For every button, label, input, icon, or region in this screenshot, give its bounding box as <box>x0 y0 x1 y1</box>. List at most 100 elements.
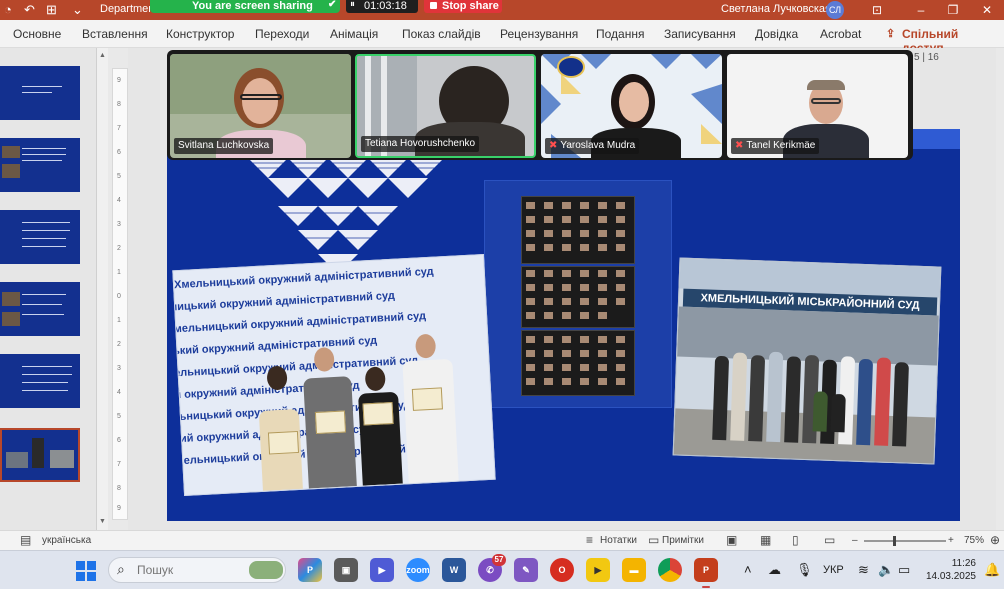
media-player-icon[interactable]: ▶ <box>586 558 610 582</box>
chevron-up-icon[interactable]: ˄ <box>744 562 752 577</box>
slide-thumbnail[interactable] <box>0 66 80 120</box>
restore-icon[interactable]: ❐ <box>944 1 962 19</box>
stop-share-button[interactable]: Stop share <box>424 0 502 13</box>
tab-help[interactable]: Довідка <box>755 27 798 41</box>
volume-icon[interactable]: 🔈 <box>878 562 894 578</box>
clock-date: 14.03.2025 <box>925 571 976 582</box>
viber-icon[interactable]: ✆ 57 <box>478 554 506 582</box>
slide-accent-band <box>912 129 960 149</box>
scroll-down-icon[interactable]: ▼ <box>99 518 106 525</box>
tab-animations[interactable]: Анімація <box>330 27 378 41</box>
search-icon: ⌕ <box>117 561 125 577</box>
video-tile[interactable]: ✖ Tanel Kerikmäe <box>727 54 908 158</box>
ruler-tick: 4 <box>117 389 121 396</box>
chrome-icon[interactable] <box>658 558 682 582</box>
slide-thumbnail[interactable] <box>0 138 80 192</box>
title-bar: ◔ ↶ ⊞ ⌄ Departmer You are screen sharing… <box>0 0 1004 20</box>
slide-thumbnail[interactable] <box>0 354 80 408</box>
tab-view[interactable]: Подання <box>596 27 644 41</box>
powerpoint-icon[interactable]: P <box>694 558 718 588</box>
task-view-icon[interactable]: ▣ <box>334 558 358 582</box>
wifi-icon[interactable]: ≋ <box>858 562 869 578</box>
shield-check-icon: ✔ <box>328 0 337 10</box>
comments-icon: ▭ <box>648 533 660 547</box>
participant-name: ✖ Yaroslava Mudra <box>545 138 640 154</box>
ruler-tick: 5 <box>117 173 121 180</box>
tab-record[interactable]: Записування <box>664 27 736 41</box>
cloud-icon[interactable]: ☁ <box>768 562 781 578</box>
vertical-ruler: 9 8 7 6 5 4 3 2 1 0 1 2 3 4 5 6 7 8 9 <box>112 68 128 520</box>
minimize-icon[interactable]: – <box>912 1 930 19</box>
tab-review[interactable]: Рецензування <box>500 27 578 41</box>
thumbnail-scrollbar[interactable]: ▲ ▼ <box>96 48 108 530</box>
video-tile[interactable]: Svitlana Luchkovska <box>170 54 351 158</box>
ruler-tick: 0 <box>117 293 121 300</box>
zoom-slider-handle[interactable] <box>893 536 896 546</box>
ribbon-tabs: Основне Вставлення Конструктор Переходи … <box>0 20 1004 55</box>
slide-thumbnails-panel <box>0 48 96 530</box>
pause-icon[interactable]: ⏸ <box>350 0 355 10</box>
participant-face <box>242 78 278 124</box>
customize-chevron-icon[interactable]: ⌄ <box>72 2 83 18</box>
notification-badge: 57 <box>492 554 506 566</box>
ruler-tick: 3 <box>117 221 121 228</box>
tab-insert[interactable]: Вставлення <box>82 27 148 41</box>
certificate <box>362 401 394 426</box>
undo-icon[interactable]: ↶ <box>24 2 35 18</box>
video-tile[interactable]: ✖ Yaroslava Mudra <box>541 54 722 158</box>
present-icon[interactable]: ⊞ <box>46 2 57 18</box>
ruler-tick: 7 <box>117 125 121 132</box>
slide-thumbnail-active[interactable] <box>0 428 80 482</box>
comments-button[interactable]: Примітки <box>662 535 704 546</box>
zoom-level[interactable]: 75% <box>964 535 984 546</box>
zoom-in-icon[interactable]: + <box>948 535 954 546</box>
tab-acrobat[interactable]: Acrobat <box>820 27 861 41</box>
tab-design[interactable]: Конструктор <box>166 27 234 41</box>
notes-button[interactable]: Нотатки <box>600 535 637 546</box>
battery-icon[interactable]: ▭ <box>898 562 910 578</box>
taskbar-search[interactable]: ⌕ <box>108 557 286 583</box>
word-icon[interactable]: W <box>442 558 466 582</box>
ruler-tick: 5 <box>117 413 121 420</box>
zoom-icon[interactable]: zoom <box>406 558 430 582</box>
participant-name: Tetiana Hovorushchenko <box>361 136 480 152</box>
zoom-slider[interactable] <box>864 540 946 542</box>
participant-name: ✖ Tanel Kerikmäe <box>731 138 820 154</box>
tab-slide-show[interactable]: Показ слайдів <box>402 27 481 41</box>
spellcheck-icon[interactable]: ▤ <box>20 533 31 547</box>
keyboard-language[interactable]: УКР <box>823 564 844 576</box>
zoom-out-icon[interactable]: – <box>852 535 858 546</box>
windows-start-icon[interactable] <box>76 561 96 581</box>
copilot-icon[interactable]: P <box>298 558 322 582</box>
language-status[interactable]: українська <box>42 535 91 546</box>
clock-time: 11:26 <box>951 558 976 569</box>
slide-thumbnail[interactable] <box>0 282 80 336</box>
ribbon-display-icon[interactable]: ⊡ <box>868 1 886 19</box>
clock[interactable]: 11:26 14.03.2025 <box>922 557 976 583</box>
slide-sorter-icon[interactable]: ▦ <box>760 533 771 547</box>
autosave-icon[interactable]: ◔ <box>4 2 12 18</box>
close-icon[interactable]: ✕ <box>978 1 996 19</box>
avatar[interactable]: СЛ <box>826 1 844 19</box>
search-input[interactable] <box>137 562 247 578</box>
tab-transitions[interactable]: Переходи <box>255 27 309 41</box>
microphone-icon[interactable]: 🎙 <box>796 562 813 578</box>
opera-icon[interactable]: O <box>550 558 574 582</box>
file-explorer-icon[interactable]: ▬ <box>622 558 646 582</box>
share-button[interactable]: ⇪ Спільний доступ <box>882 24 998 55</box>
normal-view-icon[interactable]: ▣ <box>726 533 737 547</box>
fit-slide-icon[interactable]: ⊕ <box>990 533 1000 547</box>
video-tile-active[interactable]: Tetiana Hovorushchenko <box>355 54 536 158</box>
teams-icon[interactable]: ▶ <box>370 558 394 582</box>
notification-bell-icon[interactable]: 🔔 <box>984 562 1000 578</box>
reading-view-icon[interactable]: ▯ <box>792 533 799 547</box>
ruler-tick: 8 <box>117 485 121 492</box>
page-indicator: 5 | 16 <box>914 52 939 63</box>
pen-app-icon[interactable]: ✎ <box>514 558 538 582</box>
ruler-tick: 9 <box>117 505 121 512</box>
ruler-tick: 3 <box>117 365 121 372</box>
slide-thumbnail[interactable] <box>0 210 80 264</box>
tab-home[interactable]: Основне <box>13 27 61 41</box>
slideshow-icon[interactable]: ▭ <box>824 533 835 547</box>
scroll-up-icon[interactable]: ▲ <box>99 52 106 59</box>
